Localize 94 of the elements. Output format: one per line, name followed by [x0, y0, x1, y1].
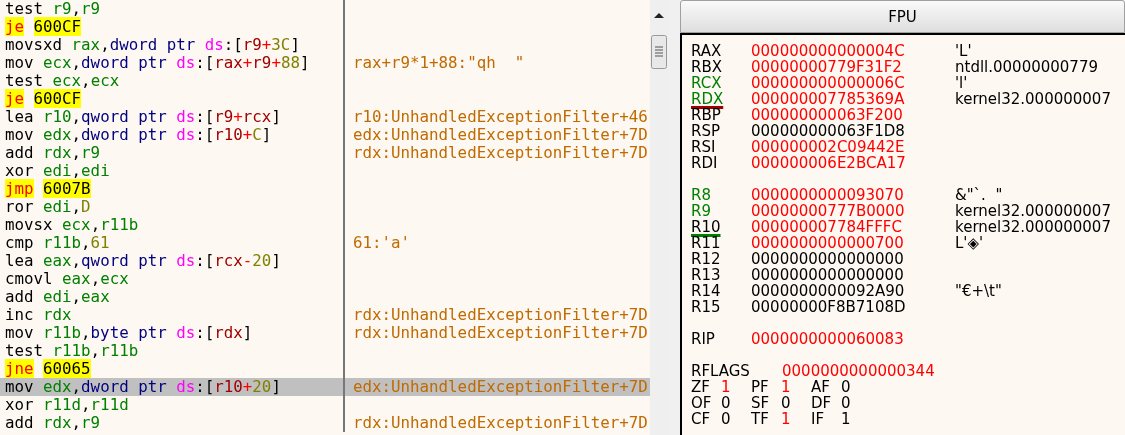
fpu-tab[interactable]: FPU: [680, 0, 1125, 33]
register-name: RCX: [691, 75, 723, 91]
register-value[interactable]: 000000000000006C: [751, 75, 955, 91]
instruction-text[interactable]: jmp 6007B: [0, 180, 345, 198]
register-value[interactable]: 00000000779F31F2: [751, 59, 955, 75]
register-comment: 'L': [955, 43, 972, 59]
register-comment: &"`. ": [955, 187, 1003, 203]
register-comment: "€+\t": [955, 283, 1002, 299]
comment-text: rdx:UnhandledExceptionFilter+7D: [352, 144, 649, 162]
flag-value[interactable]: 0: [841, 395, 871, 411]
register-name: R11: [691, 235, 722, 251]
register-name: R9: [691, 203, 712, 219]
comment-text: r10:UnhandledExceptionFilter+46: [352, 108, 649, 126]
register-value[interactable]: 0000000000092A90: [751, 283, 955, 299]
instruction-text[interactable]: mov ecx,dword ptr ds:[rax+r9+88]: [0, 54, 345, 72]
instruction-text[interactable]: add rdx,r9: [0, 144, 345, 162]
scroll-up-icon[interactable]: [653, 11, 665, 19]
register-value[interactable]: 0000000000093070: [751, 187, 955, 203]
flag-value[interactable]: 0: [721, 395, 751, 411]
flag-value[interactable]: 0: [841, 379, 871, 395]
comment-text: rax+r9*1+88:"qh ": [352, 54, 526, 72]
register-value[interactable]: 0000000000060083: [751, 331, 955, 347]
register-name: RDX: [691, 91, 725, 107]
register-value[interactable]: 000000002C09442E: [751, 139, 955, 155]
register-name: R8: [691, 187, 712, 203]
instruction-text[interactable]: lea r10,qword ptr ds:[r9+rcx]: [0, 108, 345, 126]
flag-name: OF: [691, 395, 713, 411]
instruction-text[interactable]: cmp r11b,61: [0, 234, 345, 252]
register-name: RBP: [691, 107, 722, 123]
flag-value[interactable]: 0: [721, 411, 751, 427]
register-name: RIP: [691, 331, 716, 347]
flag-name: TF: [751, 411, 770, 427]
register-name: RBX: [691, 59, 723, 75]
flag-name: ZF: [691, 379, 711, 395]
scrollbar-thumb[interactable]: [651, 35, 667, 69]
register-comment: 'l': [955, 75, 968, 91]
register-comment: kernel32.000000007: [955, 203, 1111, 219]
instruction-text[interactable]: movsx ecx,r11b: [0, 216, 345, 234]
instruction-text[interactable]: mov edx,dword ptr ds:[r10+20]: [0, 378, 345, 396]
instruction-text[interactable]: mov edx,dword ptr ds:[r10+C]: [0, 126, 345, 144]
register-name: R10: [691, 219, 722, 235]
instruction-text[interactable]: lea eax,qword ptr ds:[rcx-20]: [0, 252, 345, 270]
register-name: R14: [691, 283, 722, 299]
flag-name: PF: [751, 379, 770, 395]
register-comment: kernel32.000000007: [955, 91, 1111, 107]
register-name: R12: [691, 251, 722, 267]
register-value[interactable]: 0000000000000344: [782, 363, 986, 379]
register-value[interactable]: 000000006E2BCA17: [751, 155, 955, 171]
instruction-text[interactable]: je 600CF: [0, 18, 345, 36]
flag-name: CF: [691, 411, 712, 427]
instruction-text[interactable]: cmovl eax,ecx: [0, 270, 345, 288]
register-value[interactable]: 0000000000000000: [751, 267, 955, 283]
register-value[interactable]: 000000007785369A: [751, 91, 955, 107]
register-name: RAX: [691, 43, 723, 59]
register-value[interactable]: 000000000000004C: [751, 43, 955, 59]
register-comment: L'◈': [955, 235, 984, 251]
register-value[interactable]: 000000000063F1D8: [751, 123, 955, 139]
instruction-text[interactable]: ror edi,D: [0, 198, 345, 216]
comment-text: edx:UnhandledExceptionFilter+7D: [345, 378, 650, 396]
register-name: RSI: [691, 139, 717, 155]
flag-name: SF: [751, 395, 771, 411]
instruction-text[interactable]: xor r11d,r11d: [0, 396, 345, 414]
flag-value[interactable]: 1: [781, 411, 811, 427]
comment-text: 61:'a': [352, 234, 412, 252]
flag-value[interactable]: 0: [781, 395, 811, 411]
instruction-text[interactable]: inc rdx: [0, 306, 345, 324]
comment-text: rdx:UnhandledExceptionFilter+7D: [352, 414, 649, 432]
instruction-text[interactable]: add edi,eax: [0, 288, 345, 306]
instruction-text[interactable]: mov r11b,byte ptr ds:[rdx]: [0, 324, 345, 342]
register-name: R13: [691, 267, 722, 283]
flag-value[interactable]: 1: [721, 379, 751, 395]
comment-text: edx:UnhandledExceptionFilter+7D: [352, 126, 649, 144]
instruction-text[interactable]: je 600CF: [0, 90, 345, 108]
register-name: RFLAGS: [691, 363, 751, 379]
flag-value[interactable]: 1: [841, 411, 871, 427]
register-value[interactable]: 00000000F8B7108D: [751, 299, 955, 315]
register-value[interactable]: 0000000000000700: [751, 235, 955, 251]
register-value[interactable]: 0000000000000000: [751, 251, 955, 267]
flag-name: DF: [811, 395, 833, 411]
instruction-text[interactable]: movsxd rax,dword ptr ds:[r9+3C]: [0, 36, 345, 54]
instruction-text[interactable]: add rdx,r9: [0, 414, 345, 432]
comment-text: rdx:UnhandledExceptionFilter+7D: [352, 306, 649, 324]
register-value[interactable]: 00000000777B0000: [751, 203, 955, 219]
register-value[interactable]: 000000007784FFFC: [751, 219, 955, 235]
register-name: RDI: [691, 155, 719, 171]
register-comment: kernel32.000000007: [955, 219, 1111, 235]
flag-name: IF: [811, 411, 826, 427]
comment-text: rdx:UnhandledExceptionFilter+7D: [352, 324, 649, 342]
flag-value[interactable]: 1: [781, 379, 811, 395]
register-value[interactable]: 000000000063F200: [751, 107, 955, 123]
register-comment: ntdll.00000000779: [955, 59, 1098, 75]
flag-name: AF: [811, 379, 831, 395]
register-name: RSP: [691, 123, 721, 139]
register-name: R15: [691, 299, 722, 315]
